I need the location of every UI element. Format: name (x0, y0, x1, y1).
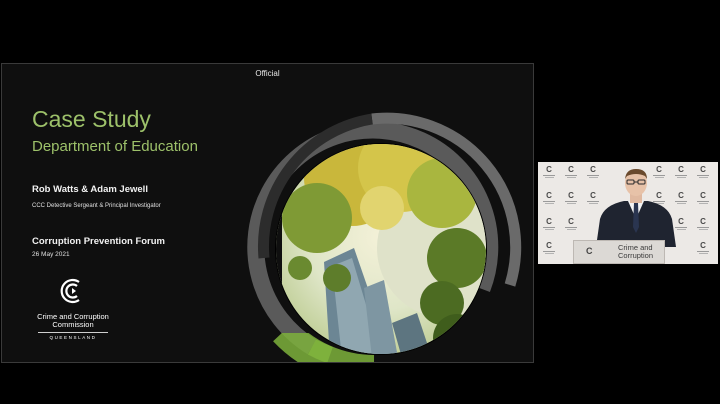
backdrop-logo: C (696, 242, 710, 254)
ccc-logo: Crime and Corruption Commission QUEENSLA… (30, 276, 116, 340)
backdrop-logo: C (696, 166, 710, 178)
podium-sign-line-2: Corruption (618, 251, 654, 260)
logo-line-3: QUEENSLAND (38, 332, 108, 340)
presentation-slide: Official Case Study Department of Educat… (1, 63, 534, 363)
backdrop-logo: C (564, 166, 578, 178)
podium-c-icon: C (586, 246, 593, 256)
classification-label: Official (255, 69, 280, 78)
slide-subtitle: Department of Education (32, 138, 198, 155)
backdrop-logo: C (696, 218, 710, 230)
slide-title: Case Study (32, 106, 151, 132)
backdrop-logo: C (564, 192, 578, 204)
logo-line-2: Commission (52, 320, 94, 329)
presenter-roles: CCC Detective Sergeant & Principal Inves… (32, 203, 161, 209)
presenter-names: Rob Watts & Adam Jewell (32, 184, 148, 195)
backdrop-logo: C (696, 192, 710, 204)
ccc-emblem-icon (60, 278, 80, 304)
tree-canopy-graphic (247, 112, 522, 362)
backdrop-logo: C (564, 218, 578, 230)
backdrop-logo: C (542, 166, 556, 178)
speaker-figure (596, 169, 676, 247)
backdrop-logo: C (542, 242, 556, 254)
backdrop-logo: C (542, 218, 556, 230)
event-name: Corruption Prevention Forum (32, 236, 165, 247)
event-date: 26 May 2021 (32, 251, 70, 258)
backdrop-logo: C (542, 192, 556, 204)
podium: C Crime and Corruption (573, 240, 665, 264)
